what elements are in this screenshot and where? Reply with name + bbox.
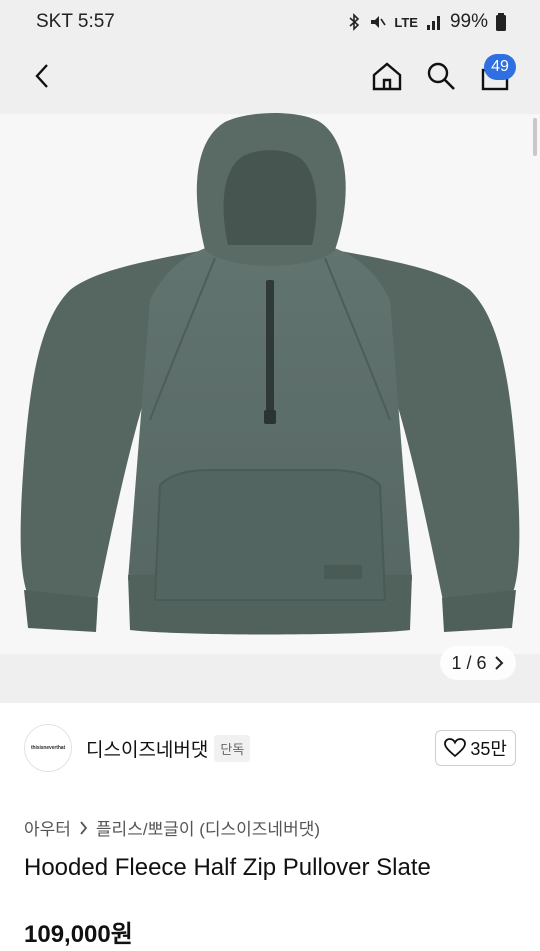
exclusive-badge: 단독 [214,734,251,762]
back-arrow-icon [35,64,48,88]
brand-logo-text: thisisneverthat [30,745,66,751]
mute-icon [371,16,387,28]
back-button[interactable] [24,58,60,94]
breadcrumb-subcategory[interactable]: 플리스/뽀글이 (디스이즈네버댓) [96,815,320,840]
seller-row: thisisneverthat 디스이즈네버댓 단독 35만 [24,723,516,773]
search-icon [427,62,455,90]
bluetooth-icon [349,13,360,31]
chevron-right-icon [494,656,503,670]
app-bar [0,44,540,108]
product-title: Hooded Fleece Half Zip Pullover Slate [24,854,431,881]
scroll-indicator [533,118,537,156]
like-button[interactable]: 35만 [435,730,516,766]
heart-icon [444,738,467,758]
carrier-time: SKT 5:57 [36,11,115,32]
like-count: 35만 [470,739,507,759]
chevron-right-icon [80,820,88,835]
home-icon [372,62,402,91]
network-type: LTE [394,14,418,30]
breadcrumb-category[interactable]: 아우터 [24,815,71,840]
seller-name[interactable]: 디스이즈네버댓 [86,735,208,762]
search-button[interactable] [423,58,459,94]
product-info: thisisneverthat 디스이즈네버댓 단독 35만 아우터 플리스/뽀… [0,703,540,951]
brand-logo[interactable]: thisisneverthat [24,724,72,772]
status-bar: SKT 5:57 LTE 99% [0,0,540,44]
status-icons: LTE 99% [348,11,506,33]
signal-icon [426,16,440,30]
image-counter[interactable]: 1 / 6 [440,646,516,680]
image-counter-text: 1 / 6 [451,652,487,673]
product-price: 109,000원 [24,921,133,948]
battery-icon [496,13,506,31]
cart-count-badge: 49 [484,54,516,80]
breadcrumb: 아우터 플리스/뽀글이 (디스이즈네버댓) [24,815,320,840]
battery-percent: 99% [449,11,488,32]
home-button[interactable] [369,58,405,94]
